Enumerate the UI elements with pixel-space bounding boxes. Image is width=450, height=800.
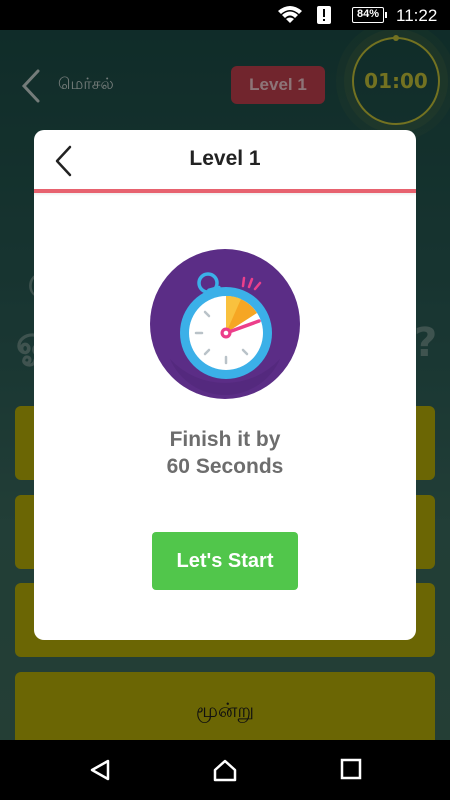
back-triangle-icon[interactable] (88, 758, 112, 782)
wifi-icon (278, 6, 302, 23)
dialog-title: Level 1 (189, 147, 261, 170)
dialog-message: Finish it by 60 Seconds (34, 426, 416, 480)
alert-icon (317, 6, 331, 24)
lets-start-button[interactable]: Let's Start (152, 532, 298, 590)
dialog-message-line2: 60 Seconds (166, 455, 284, 478)
battery-icon: 84% (352, 7, 387, 23)
home-icon[interactable] (212, 758, 238, 782)
system-nav-bar (0, 740, 450, 800)
dialog-message-line1: Finish it by (169, 428, 281, 451)
level-start-dialog: Level 1 Finish it by 60 Seconds Let's St… (34, 130, 416, 640)
status-time: 11:22 (396, 6, 438, 25)
status-bar: 84% 11:22 (0, 0, 450, 30)
recents-square-icon[interactable] (340, 758, 362, 780)
stopwatch-icon (150, 249, 300, 399)
